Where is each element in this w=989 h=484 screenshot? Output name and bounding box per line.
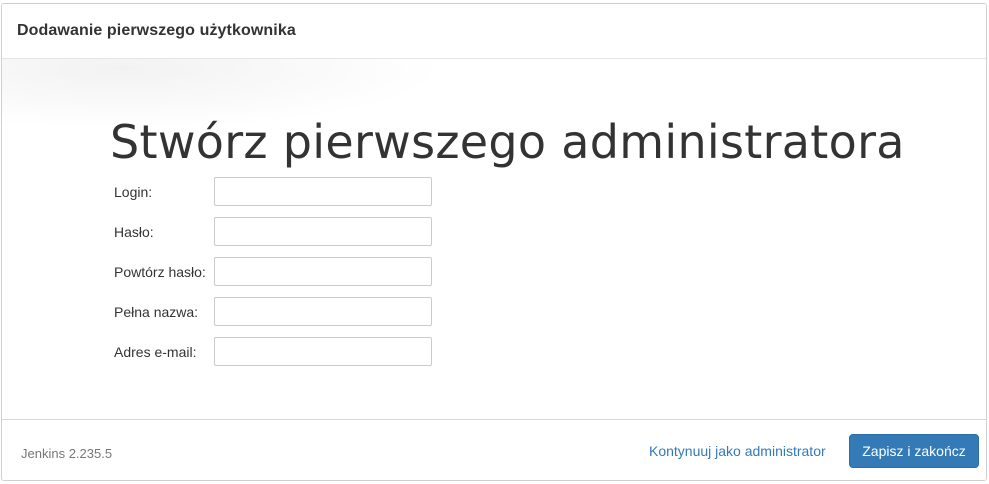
login-input[interactable] bbox=[214, 177, 432, 206]
dialog-footer: Jenkins 2.235.5 Kontynuuj jako administr… bbox=[2, 419, 986, 480]
login-label: Login: bbox=[114, 184, 153, 200]
dialog-title: Dodawanie pierwszego użytkownika bbox=[17, 22, 296, 39]
password-label: Hasło: bbox=[114, 224, 154, 240]
dialog-body: Stwórz pierwszego administratora Login: … bbox=[2, 59, 986, 419]
dialog-header: Dodawanie pierwszego użytkownika bbox=[2, 4, 986, 59]
full-name-label: Pełna nazwa: bbox=[114, 304, 199, 320]
email-label: Adres e-mail: bbox=[114, 344, 197, 360]
confirm-password-label: Powtórz hasło: bbox=[114, 264, 206, 280]
confirm-password-input[interactable] bbox=[214, 257, 432, 286]
form-heading: Stwórz pierwszego administratora bbox=[110, 115, 905, 169]
full-name-input[interactable] bbox=[214, 297, 432, 326]
email-input[interactable] bbox=[214, 337, 432, 366]
setup-dialog: Dodawanie pierwszego użytkownika Stwórz … bbox=[1, 3, 987, 481]
continue-as-admin-link[interactable]: Kontynuuj jako administrator bbox=[649, 443, 826, 459]
password-input[interactable] bbox=[214, 217, 432, 246]
save-and-finish-button[interactable]: Zapisz i zakończ bbox=[849, 434, 979, 468]
version-label: Jenkins 2.235.5 bbox=[21, 446, 113, 461]
